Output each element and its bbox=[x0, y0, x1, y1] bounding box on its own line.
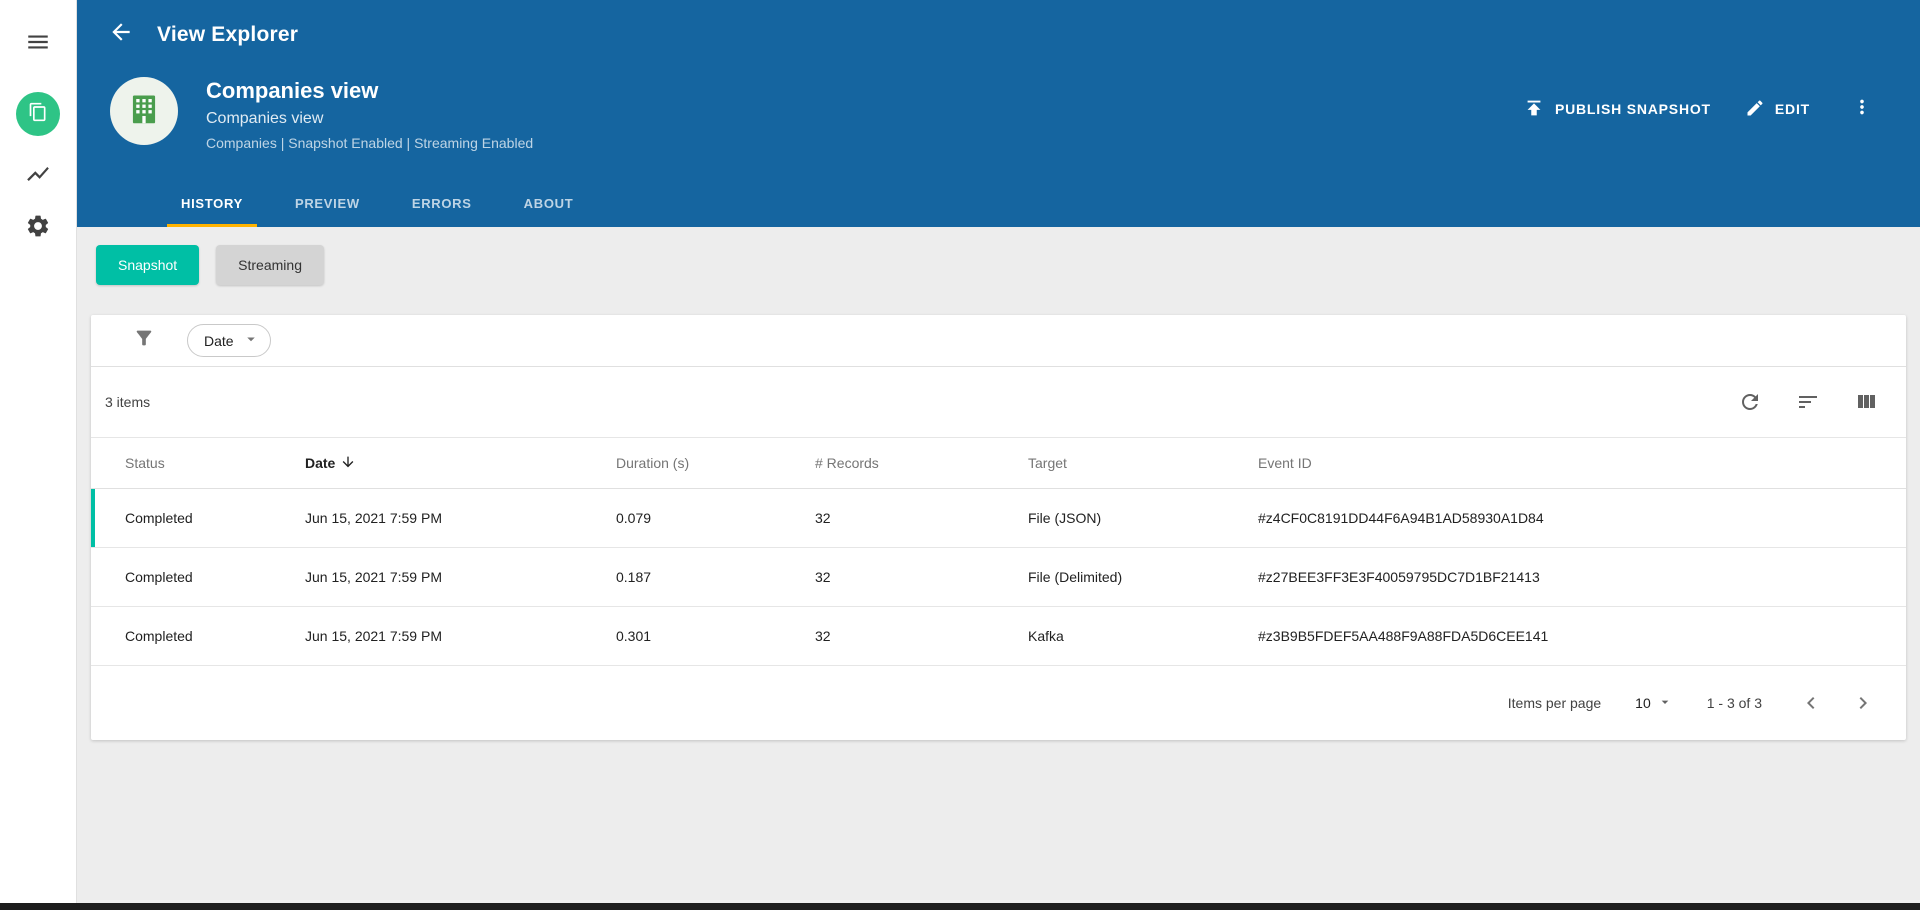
toolbar-icons bbox=[1736, 388, 1880, 416]
page-header: View Explorer Companies view Companies v… bbox=[77, 0, 1920, 227]
content-area: Snapshot Streaming Date 3 items Status D… bbox=[77, 227, 1920, 903]
cell-event-id: #z27BEE3FF3E3F40059795DC7D1BF21413 bbox=[1258, 569, 1540, 585]
items-per-page-label: Items per page bbox=[1507, 695, 1602, 711]
filter-funnel-icon[interactable] bbox=[133, 327, 155, 354]
page-navigation bbox=[1796, 688, 1878, 718]
main-area: View Explorer Companies view Companies v… bbox=[77, 0, 1920, 903]
column-header-date[interactable]: Date bbox=[305, 454, 616, 473]
tab-errors[interactable]: ERRORS bbox=[398, 182, 486, 227]
page-size-value: 10 bbox=[1635, 695, 1651, 711]
table-row[interactable]: Completed Jun 15, 2021 7:59 PM 0.301 32 … bbox=[91, 607, 1906, 666]
settings-nav-button[interactable] bbox=[16, 206, 60, 250]
cell-records: 32 bbox=[815, 569, 831, 585]
kebab-menu-icon bbox=[1851, 96, 1873, 123]
table-header-row: Status Date Duration (s) # Records Targe… bbox=[91, 437, 1906, 489]
table-toolbar: 3 items bbox=[91, 367, 1906, 437]
menu-button[interactable] bbox=[16, 22, 60, 66]
cell-target: File (Delimited) bbox=[1028, 569, 1123, 585]
publish-upload-icon bbox=[1523, 97, 1545, 122]
mode-toggle-group: Snapshot Streaming bbox=[96, 245, 1906, 285]
more-options-button[interactable] bbox=[1844, 91, 1880, 127]
column-header-target[interactable]: Target bbox=[1028, 455, 1258, 471]
column-header-event-id[interactable]: Event ID bbox=[1258, 455, 1906, 471]
tab-preview[interactable]: PREVIEW bbox=[281, 182, 374, 227]
cell-date: Jun 15, 2021 7:59 PM bbox=[305, 569, 442, 585]
cell-event-id: #z3B9B5FDEF5AA488F9A88FDA5D6CEE141 bbox=[1258, 628, 1549, 644]
cell-status: Completed bbox=[125, 569, 193, 585]
previous-page-button[interactable] bbox=[1796, 688, 1826, 718]
entity-subtitle: Companies view bbox=[206, 109, 324, 127]
date-filter-chip[interactable]: Date bbox=[187, 324, 271, 357]
tab-bar: HISTORY PREVIEW ERRORS ABOUT bbox=[77, 182, 1920, 227]
cell-duration: 0.187 bbox=[616, 569, 652, 585]
sort-button[interactable] bbox=[1794, 388, 1822, 416]
table-row[interactable]: Completed Jun 15, 2021 7:59 PM 0.187 32 … bbox=[91, 548, 1906, 607]
items-count: 3 items bbox=[105, 394, 151, 410]
column-header-date-label: Date bbox=[305, 455, 336, 471]
page-range: 1 - 3 of 3 bbox=[1706, 695, 1762, 711]
gear-icon bbox=[25, 213, 51, 244]
views-nav-button[interactable] bbox=[16, 92, 60, 136]
cell-status: Completed bbox=[125, 510, 193, 526]
line-chart-icon bbox=[25, 161, 51, 192]
app-window: View Explorer Companies view Companies v… bbox=[0, 0, 1920, 903]
tab-history[interactable]: HISTORY bbox=[167, 182, 257, 227]
chevron-down-icon bbox=[1657, 694, 1673, 713]
entity-meta: Companies | Snapshot Enabled | Streaming… bbox=[206, 134, 534, 151]
cell-target: File (JSON) bbox=[1028, 510, 1102, 526]
entity-actions: PUBLISH SNAPSHOT EDIT bbox=[1523, 77, 1880, 127]
refresh-button[interactable] bbox=[1736, 388, 1764, 416]
cell-target: Kafka bbox=[1028, 628, 1064, 644]
copy-pages-icon bbox=[28, 102, 48, 127]
entity-text: Companies view Companies view Companies … bbox=[206, 77, 1523, 151]
building-icon bbox=[125, 90, 163, 133]
snapshot-toggle-button[interactable]: Snapshot bbox=[96, 245, 200, 285]
pagination-bar: Items per page 10 1 - 3 of 3 bbox=[91, 666, 1906, 740]
table-row[interactable]: Completed Jun 15, 2021 7:59 PM 0.079 32 … bbox=[91, 489, 1906, 548]
app-title: View Explorer bbox=[157, 22, 299, 46]
filter-bar: Date bbox=[91, 315, 1906, 367]
cell-records: 32 bbox=[815, 510, 831, 526]
entity-title: Companies view bbox=[206, 78, 379, 103]
analytics-nav-button[interactable] bbox=[16, 154, 60, 198]
arrow-back-icon bbox=[108, 19, 134, 50]
cell-duration: 0.301 bbox=[616, 628, 652, 644]
chevron-down-icon bbox=[242, 330, 260, 351]
tab-about[interactable]: ABOUT bbox=[510, 182, 588, 227]
cell-duration: 0.079 bbox=[616, 510, 652, 526]
entity-header: Companies view Companies view Companies … bbox=[77, 69, 1920, 182]
streaming-toggle-button[interactable]: Streaming bbox=[216, 245, 324, 285]
bottom-scrollbar[interactable] bbox=[0, 903, 1920, 910]
entity-avatar bbox=[110, 77, 178, 145]
back-button[interactable] bbox=[101, 15, 141, 55]
cell-event-id: #z4CF0C8191DD44F6A94B1AD58930A1D84 bbox=[1258, 510, 1544, 526]
column-header-status[interactable]: Status bbox=[125, 455, 305, 471]
columns-button[interactable] bbox=[1852, 388, 1880, 416]
publish-snapshot-button[interactable]: PUBLISH SNAPSHOT bbox=[1523, 97, 1711, 122]
next-page-button[interactable] bbox=[1848, 688, 1878, 718]
page-size-select[interactable]: 10 bbox=[1635, 694, 1673, 713]
column-header-records[interactable]: # Records bbox=[815, 455, 1028, 471]
publish-snapshot-label: PUBLISH SNAPSHOT bbox=[1554, 101, 1711, 117]
cell-records: 32 bbox=[815, 628, 831, 644]
cell-date: Jun 15, 2021 7:59 PM bbox=[305, 628, 442, 644]
date-filter-label: Date bbox=[204, 332, 234, 349]
cell-status: Completed bbox=[125, 628, 193, 644]
history-card: Date 3 items Status Date Duration (s) # … bbox=[91, 315, 1906, 740]
topbar: View Explorer bbox=[77, 0, 1920, 69]
edit-button[interactable]: EDIT bbox=[1745, 98, 1810, 121]
sort-arrow-down-icon bbox=[340, 454, 356, 473]
column-header-duration[interactable]: Duration (s) bbox=[616, 455, 815, 471]
left-sidebar bbox=[0, 0, 77, 903]
pencil-icon bbox=[1745, 98, 1765, 121]
hamburger-icon bbox=[25, 29, 51, 60]
cell-date: Jun 15, 2021 7:59 PM bbox=[305, 510, 442, 526]
edit-label: EDIT bbox=[1774, 101, 1810, 117]
